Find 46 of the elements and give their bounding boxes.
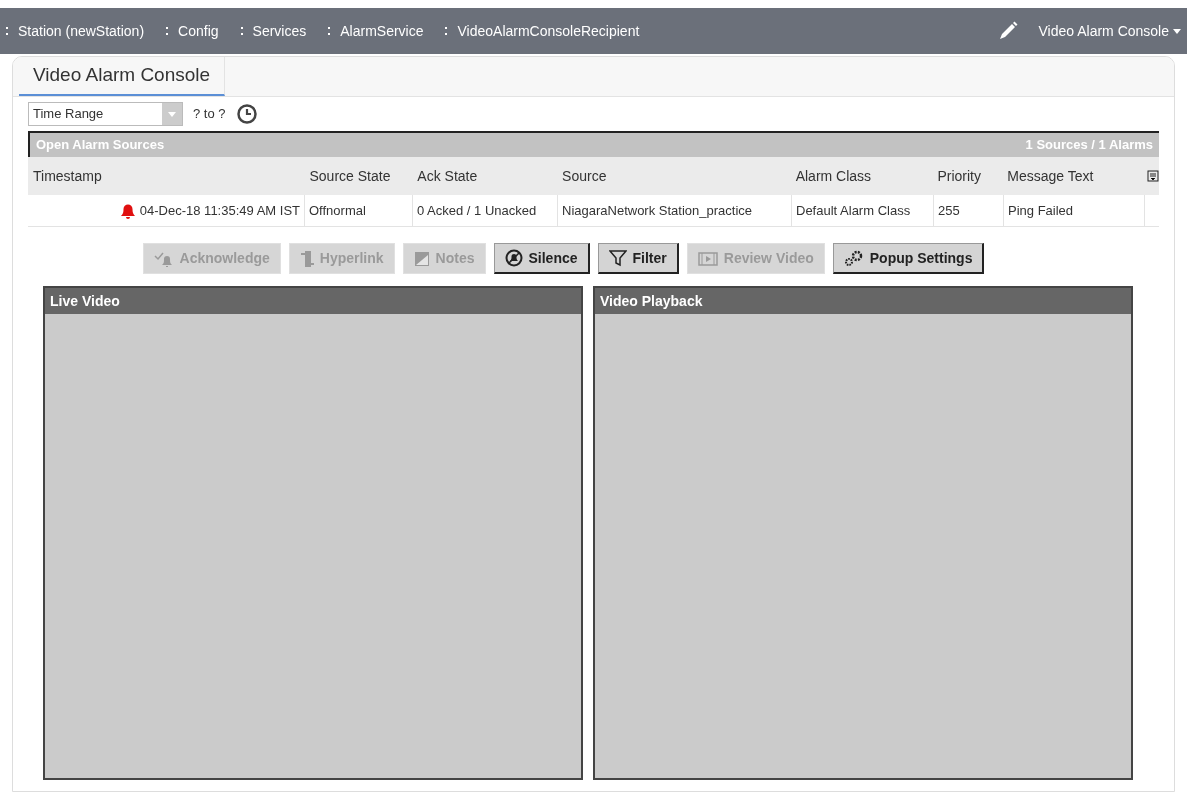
table-cell-text: 0 Acked / 1 Unacked (417, 201, 537, 220)
time-range-dropdown[interactable]: Time Range (28, 102, 183, 126)
toolbar-button[interactable]: Filter (597, 243, 679, 274)
caret-icon (168, 111, 176, 117)
panel-title: Live Video (45, 288, 581, 314)
column-header[interactable]: Priority (932, 165, 1003, 187)
silence-icon (504, 249, 523, 267)
separator-icon (240, 27, 243, 35)
table-cell-text: Ping Failed (1008, 201, 1074, 220)
gears-icon (843, 249, 864, 267)
column-header[interactable]: Message Text (1002, 165, 1144, 187)
table-cell-text: Offnormal (309, 201, 366, 220)
table-cell-text: NiagaraNetwork Station_practice (562, 201, 753, 220)
time-range-text: ? to ? (193, 105, 226, 124)
breadcrumb-link[interactable]: Services (252, 20, 307, 42)
separator-icon (166, 27, 169, 35)
column-header[interactable]: Source (557, 165, 791, 187)
table-cell-text: Default Alarm Class (796, 201, 911, 220)
separator-icon (6, 27, 8, 35)
breadcrumb-link[interactable]: Config (178, 20, 219, 42)
column-header[interactable]: Source State (304, 165, 413, 187)
column-header[interactable]: Alarm Class (790, 165, 933, 187)
toolbar-button[interactable]: Popup Settings (832, 243, 985, 274)
table-cell-text: 255 (938, 201, 960, 220)
clock-icon[interactable] (235, 103, 258, 125)
caret-icon (1173, 28, 1181, 34)
breadcrumb-link[interactable]: VideoAlarmConsoleRecipient (457, 20, 640, 42)
filter-icon (608, 249, 627, 267)
table-cell-text: 04-Dec-18 11:35:49 AM IST (139, 201, 300, 220)
film-icon (697, 251, 718, 266)
view-tab[interactable]: Video Alarm Console (19, 57, 226, 96)
table-title: Open Alarm Sources (36, 136, 165, 155)
notes-icon (413, 250, 430, 267)
bell-check-icon (153, 250, 174, 267)
column-header[interactable]: Ack State (412, 165, 558, 187)
breadcrumb-link[interactable]: Station (newStation) (18, 20, 145, 42)
separator-icon (445, 27, 448, 35)
column-header[interactable]: Timestamp (28, 165, 305, 187)
separator-icon (328, 27, 331, 35)
toolbar-button[interactable]: Silence (493, 243, 590, 274)
panel-title: Video Playback (595, 288, 1131, 314)
breadcrumb-link[interactable]: AlarmService (340, 20, 424, 42)
link-icon (299, 249, 314, 268)
view-selector[interactable]: Video Alarm Console (1038, 20, 1181, 42)
column-chooser-icon[interactable] (1147, 170, 1159, 182)
alarm-count: 1 Sources / 1 Alarms (1025, 136, 1153, 155)
